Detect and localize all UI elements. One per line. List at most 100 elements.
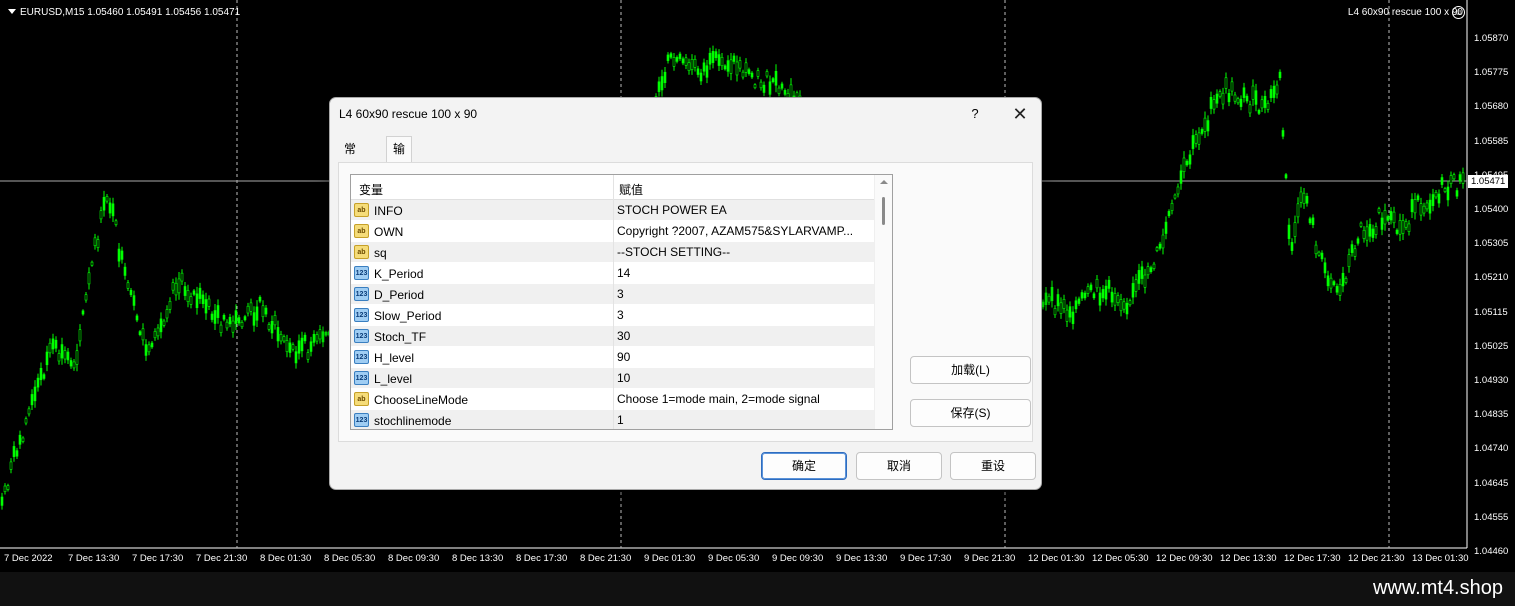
candle-body [273, 315, 277, 326]
parameter-value[interactable]: 30 [617, 329, 871, 343]
column-header-value[interactable]: 赋值 [619, 181, 643, 198]
candle-body [1311, 217, 1315, 225]
candle-body [696, 68, 700, 75]
candle-body [270, 321, 274, 334]
candle-body [1263, 95, 1267, 108]
tab-input-parameters[interactable]: 输入参数 [386, 136, 413, 222]
time-tick-label: 7 Dec 13:30 [68, 553, 120, 564]
candle-body [1362, 229, 1366, 239]
candle-body [18, 434, 22, 445]
candle-body [1434, 192, 1438, 198]
candle-body [1404, 221, 1408, 228]
candle-body [1461, 172, 1465, 184]
candle-body [210, 313, 214, 320]
ok-button[interactable]: 确定 [761, 452, 847, 480]
candle-body [1257, 109, 1261, 114]
help-button[interactable]: ? [960, 103, 990, 125]
parameter-value[interactable]: --STOCH SETTING-- [617, 245, 871, 259]
candle-body [699, 72, 703, 82]
close-icon[interactable]: ✕ [1005, 102, 1035, 126]
table-row[interactable]: ab sq --STOCH SETTING-- [351, 242, 874, 263]
candle-body [1398, 220, 1402, 235]
candle-body [1254, 90, 1258, 105]
table-row[interactable]: 123 Slow_Period 3 [351, 305, 874, 326]
candle-body [1374, 226, 1378, 235]
candle-body [237, 317, 241, 324]
time-tick-label: 9 Dec 21:30 [964, 553, 1016, 564]
price-tick-label: 1.05305 [1474, 238, 1509, 250]
parameter-name: Slow_Period [374, 309, 442, 323]
parameter-value[interactable]: 10 [617, 371, 871, 385]
candle-body [72, 361, 76, 369]
vertical-scrollbar[interactable] [874, 175, 892, 429]
candle-body [1332, 281, 1336, 286]
table-row[interactable]: 123 Stoch_TF 30 [351, 326, 874, 347]
cancel-button[interactable]: 取消 [856, 452, 942, 480]
candle-body [180, 272, 184, 282]
time-tick-label: 8 Dec 01:30 [260, 553, 312, 564]
candle-body [720, 56, 724, 67]
scroll-up-arrow-icon[interactable] [880, 180, 888, 184]
tab-common[interactable]: 常用 [338, 138, 362, 178]
table-row[interactable]: 123 H_level 90 [351, 347, 874, 368]
candle-body [1200, 129, 1204, 134]
candle-body [9, 461, 13, 470]
candle-body [1401, 220, 1405, 234]
candle-body [1272, 85, 1276, 98]
candle-body [1236, 98, 1240, 104]
candle-body [1065, 309, 1069, 322]
table-row[interactable]: 123 D_Period 3 [351, 284, 874, 305]
parameter-value[interactable]: Choose 1=mode main, 2=mode signal [617, 392, 871, 406]
scrollbar-thumb[interactable] [882, 197, 885, 225]
candle-body [1179, 170, 1183, 184]
candle-body [1158, 243, 1162, 249]
parameter-value[interactable]: 1 [617, 413, 871, 427]
candle-body [261, 305, 265, 318]
table-row[interactable]: 123 K_Period 14 [351, 263, 874, 284]
candle-body [762, 84, 766, 93]
candle-body [216, 305, 220, 318]
table-row[interactable]: 123 L_level 10 [351, 368, 874, 389]
number-type-icon: 123 [354, 371, 369, 385]
parameter-value[interactable]: Copyright ?2007, AZAM575&SYLARVAMP... [617, 224, 871, 238]
column-divider[interactable] [613, 175, 614, 200]
candle-body [1047, 296, 1051, 303]
table-row[interactable]: 123 stochlinemode 1 [351, 410, 874, 429]
table-row[interactable]: ab OWN Copyright ?2007, AZAM575&SYLARVAMP.… [351, 221, 874, 242]
candle-body [1206, 120, 1210, 132]
candle-body [1143, 274, 1147, 288]
candle-body [36, 377, 40, 388]
candle-body [735, 61, 739, 76]
candle-body [279, 333, 283, 342]
reset-button[interactable]: 重设 [950, 452, 1036, 480]
save-button[interactable]: 保存(S) [910, 399, 1031, 427]
candle-body [1134, 279, 1138, 292]
candle-body [198, 287, 202, 299]
dialog-titlebar[interactable]: L4 60x90 rescue 100 x 90 ? ✕ [330, 98, 1041, 129]
table-row[interactable]: ab ChooseLineMode Choose 1=mode main, 2=mo… [351, 389, 874, 410]
parameter-value[interactable]: 90 [617, 350, 871, 364]
dropdown-arrow-icon[interactable] [8, 9, 16, 14]
parameter-value[interactable]: 3 [617, 308, 871, 322]
parameter-value[interactable]: STOCH POWER EA [617, 203, 871, 217]
table-row[interactable]: ab INFO STOCH POWER EA [351, 200, 874, 221]
time-tick-label: 9 Dec 01:30 [644, 553, 696, 564]
load-button[interactable]: 加载(L) [910, 356, 1031, 384]
candle-body [1377, 208, 1381, 213]
parameter-value[interactable]: 14 [617, 266, 871, 280]
candle-body [768, 81, 772, 95]
candle-body [24, 418, 28, 424]
candle-body [6, 485, 10, 490]
parameter-value[interactable]: 3 [617, 287, 871, 301]
candle-body [753, 84, 757, 89]
candle-body [1113, 293, 1117, 306]
candle-body [27, 408, 31, 415]
candle-body [1350, 244, 1354, 253]
candle-body [123, 266, 127, 276]
candle-body [1074, 300, 1078, 310]
candle-body [1422, 205, 1426, 214]
number-type-icon: 123 [354, 413, 369, 427]
smiley-icon[interactable]: ☺ [1452, 6, 1465, 19]
candle-body [138, 331, 142, 335]
column-header-variable[interactable]: 变量 [359, 181, 383, 198]
